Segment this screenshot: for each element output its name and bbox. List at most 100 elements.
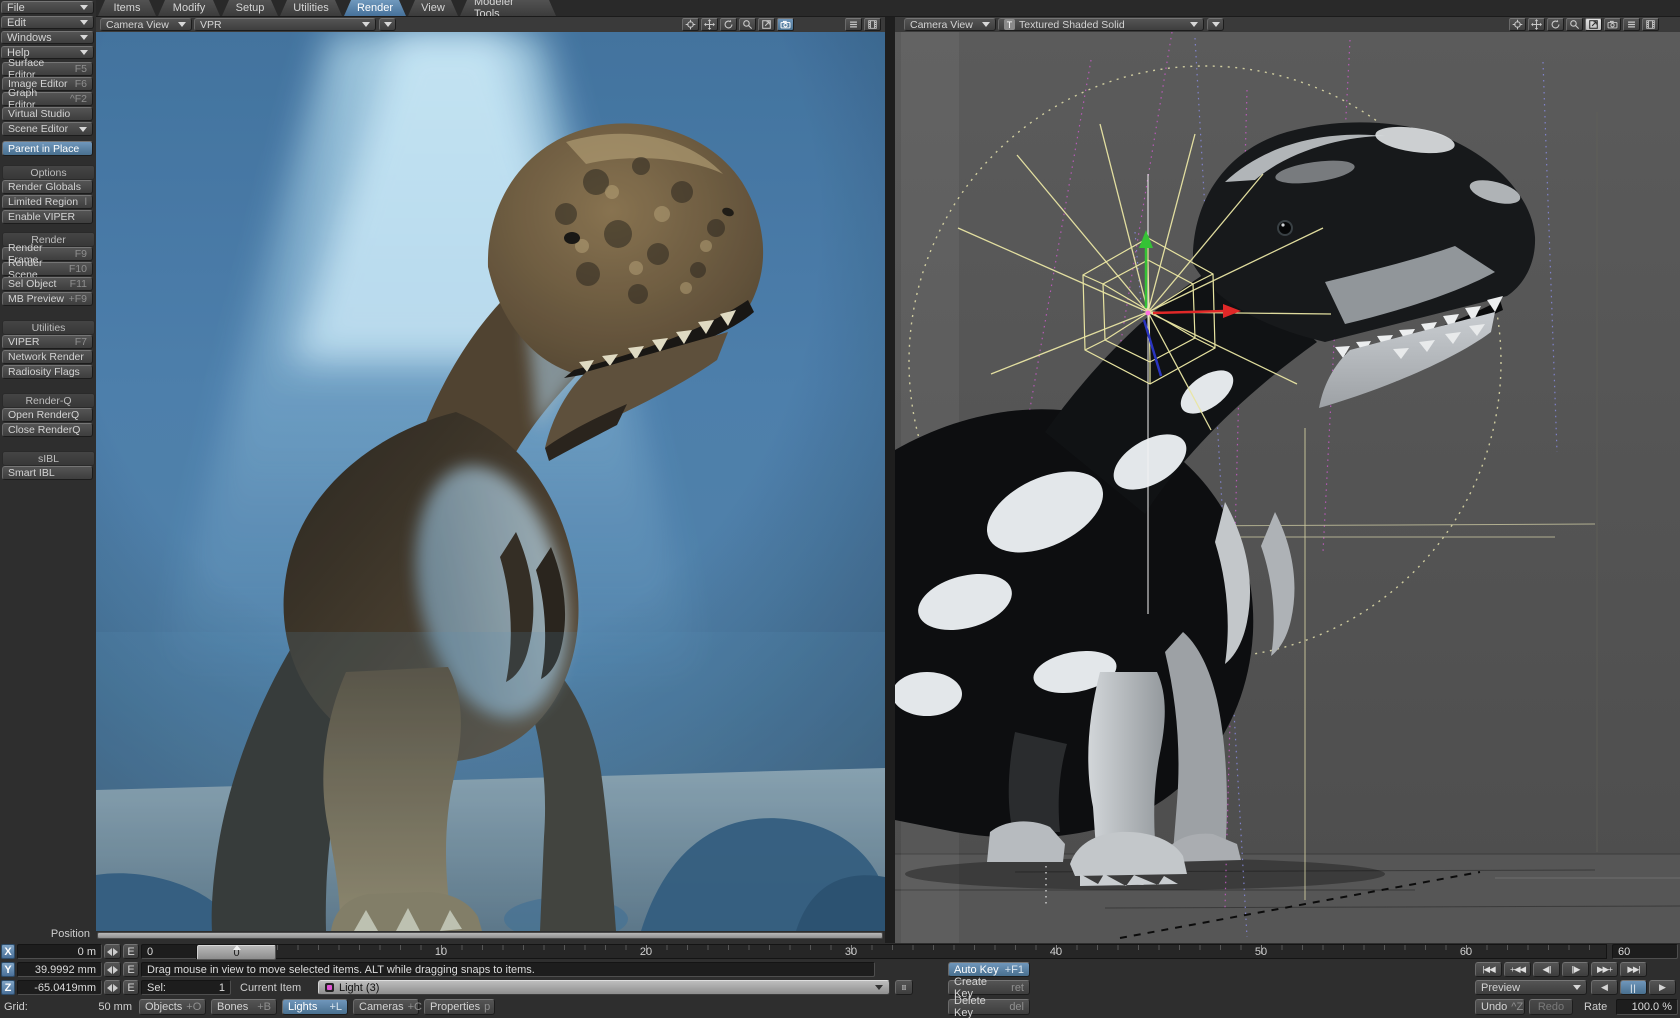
viewport-left-canvas[interactable] <box>96 32 885 931</box>
left-view-mode-dropdown[interactable]: Camera View <box>100 18 192 31</box>
preview-dropdown[interactable]: Preview <box>1475 980 1587 995</box>
tab-items[interactable]: Items <box>98 0 156 16</box>
tab-render[interactable]: Render <box>344 0 406 16</box>
play-reverse-button[interactable]: ◀ <box>1591 980 1618 995</box>
sidebar-viper[interactable]: VIPERF7 <box>2 335 93 349</box>
last-frame-field[interactable]: 60 <box>1612 944 1678 959</box>
sidebar-open-renderq[interactable]: Open RenderQ <box>2 408 93 422</box>
pan-view-icon[interactable] <box>1528 18 1545 31</box>
timeline-tick: 60 <box>1460 946 1472 958</box>
rate-field[interactable]: 100.0 % <box>1616 999 1678 1015</box>
timeline-ruler[interactable]: 10 20 30 40 50 60 0 <box>196 944 1607 959</box>
redo-button[interactable]: Redo <box>1529 999 1573 1015</box>
position-z-field[interactable]: -65.0419mm <box>17 980 102 995</box>
maximize-viewport-icon[interactable] <box>758 18 775 31</box>
cameras-mode-button[interactable]: Cameras+C <box>353 999 419 1015</box>
delete-key-button[interactable]: Delete Keydel <box>948 999 1030 1015</box>
selection-count-field: Sel:1 <box>141 980 231 995</box>
envelope-y-button[interactable]: E <box>123 962 139 977</box>
properties-button[interactable]: Propertiesp <box>424 999 495 1015</box>
pause-button[interactable]: || <box>1620 980 1647 995</box>
axis-x-button[interactable]: X <box>1 944 15 959</box>
rotate-view-icon[interactable] <box>1547 18 1564 31</box>
nudge-y-button[interactable] <box>104 962 121 977</box>
sidebar-limited-region[interactable]: Limited Regionl <box>2 195 93 209</box>
section-header-render-q: Render-Q <box>2 393 95 408</box>
center-item-icon[interactable] <box>682 18 699 31</box>
viewport-layout-icon[interactable] <box>1642 18 1659 31</box>
rotate-view-icon[interactable] <box>720 18 737 31</box>
axis-y-button[interactable]: Y <box>1 962 15 977</box>
go-to-start-button[interactable]: |◀◀ <box>1475 962 1502 977</box>
viewport-divider[interactable] <box>885 17 895 943</box>
tab-modify[interactable]: Modify <box>158 0 220 16</box>
viewport-layout-icon[interactable] <box>864 18 881 31</box>
menu-edit[interactable]: Edit <box>1 16 94 29</box>
viewport-menu-icon[interactable] <box>1623 18 1640 31</box>
menu-windows[interactable]: Windows <box>1 31 94 44</box>
camera-view-icon[interactable] <box>1604 18 1621 31</box>
previous-key-button[interactable]: +◀◀ <box>1504 962 1531 977</box>
right-view-mode-dropdown[interactable]: Camera View <box>904 18 996 31</box>
right-viewport-options-dropdown[interactable] <box>1207 18 1224 31</box>
objects-mode-button[interactable]: Objects+O <box>139 999 206 1015</box>
timeline-tick: 30 <box>845 946 857 958</box>
tab-setup[interactable]: Setup <box>222 0 278 16</box>
left-viewport-scrollbar[interactable] <box>97 932 883 939</box>
sidebar-virtual-studio[interactable]: Virtual Studio <box>2 107 93 121</box>
maximize-viewport-icon[interactable] <box>1585 18 1602 31</box>
left-render-mode-dropdown[interactable]: VPR <box>194 18 376 31</box>
zoom-view-icon[interactable] <box>739 18 756 31</box>
sidebar-graph-editor[interactable]: Graph Editor^F2 <box>2 92 93 106</box>
sidebar-sel-object[interactable]: Sel ObjectF11 <box>2 277 93 291</box>
current-item-dropdown[interactable]: Light (3) <box>318 980 890 995</box>
sidebar-surface-editor[interactable]: Surface EditorF5 <box>2 62 93 76</box>
sidebar-radiosity-flags[interactable]: Radiosity Flags <box>2 365 93 379</box>
create-key-button[interactable]: Create Keyret <box>948 980 1030 995</box>
chevron-down-icon <box>79 127 87 132</box>
chevron-down-icon <box>875 985 883 990</box>
left-viewport-options-dropdown[interactable] <box>379 18 396 31</box>
next-frame-button[interactable]: ||▶ <box>1562 962 1589 977</box>
sidebar-scene-editor[interactable]: Scene Editor <box>2 122 93 136</box>
envelope-z-button[interactable]: E <box>123 980 139 995</box>
item-list-button[interactable] <box>895 980 913 995</box>
pan-view-icon[interactable] <box>701 18 718 31</box>
next-key-button[interactable]: ▶▶+ <box>1591 962 1618 977</box>
position-y-field[interactable]: 39.9992 mm <box>17 962 102 977</box>
tab-view[interactable]: View <box>408 0 458 16</box>
tab-utilities[interactable]: Utilities <box>280 0 342 16</box>
nudge-z-button[interactable] <box>104 980 121 995</box>
chevron-down-icon <box>1212 22 1220 27</box>
sidebar-smart-ibl[interactable]: Smart IBL <box>2 466 93 480</box>
sidebar-network-render[interactable]: Network Render <box>2 350 93 364</box>
center-item-icon[interactable] <box>1509 18 1526 31</box>
right-render-mode-dropdown[interactable]: TTextured Shaded Solid <box>998 18 1204 31</box>
chevron-down-icon <box>982 22 990 27</box>
menu-file[interactable]: File <box>1 1 94 14</box>
sidebar-render-globals[interactable]: Render Globals <box>2 180 93 194</box>
nudge-x-button[interactable] <box>104 944 121 959</box>
viewport-menu-icon[interactable] <box>845 18 862 31</box>
bones-mode-button[interactable]: Bones+B <box>211 999 277 1015</box>
envelope-x-button[interactable]: E <box>123 944 139 959</box>
go-to-end-button[interactable]: ▶▶| <box>1620 962 1647 977</box>
camera-view-icon[interactable] <box>777 18 794 31</box>
section-header-sibl: sIBL <box>2 451 95 466</box>
chevron-down-icon <box>178 22 186 27</box>
play-forward-button[interactable]: ▶ <box>1649 980 1676 995</box>
previous-frame-button[interactable]: ◀|| <box>1533 962 1560 977</box>
zoom-view-icon[interactable] <box>1566 18 1583 31</box>
viewport-right-canvas[interactable] <box>895 32 1680 943</box>
sidebar-parent-in-place[interactable]: Parent in Place <box>2 141 93 156</box>
axis-z-button[interactable]: Z <box>1 980 15 995</box>
tab-modeler-tools[interactable]: Modeler Tools <box>460 0 556 16</box>
lights-mode-button[interactable]: Lights+L <box>282 999 348 1015</box>
sidebar-mb-preview[interactable]: MB Preview+F9 <box>2 292 93 306</box>
sidebar-enable-viper[interactable]: Enable VIPER <box>2 210 93 224</box>
sidebar-close-renderq[interactable]: Close RenderQ <box>2 423 93 437</box>
position-x-field[interactable]: 0 m <box>17 944 102 959</box>
undo-button[interactable]: Undo^Z <box>1475 999 1525 1015</box>
chevron-down-icon <box>80 50 88 55</box>
sidebar-render-scene[interactable]: Render SceneF10 <box>2 262 93 276</box>
